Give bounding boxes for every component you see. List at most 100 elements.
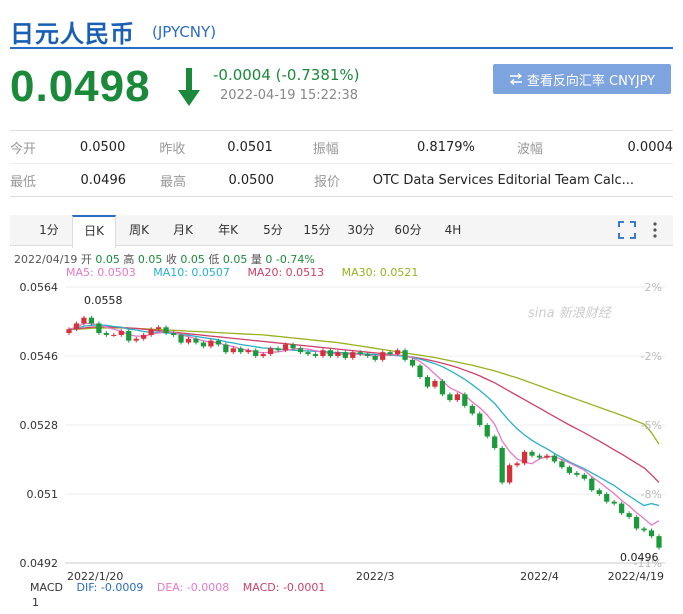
- candle-body: [230, 348, 236, 353]
- candle-body: [290, 344, 296, 349]
- x-tick-label: 2022/4/19: [608, 570, 664, 583]
- candle-body: [559, 461, 565, 468]
- candle-body: [626, 513, 632, 517]
- candle-body: [260, 354, 266, 356]
- price-change: -0.0004 (-0.7381%): [213, 66, 360, 84]
- low-marker-label: 0.0496: [620, 551, 659, 564]
- chart-grid: [65, 286, 665, 564]
- pct-tick-label: -2%: [641, 350, 662, 363]
- candle-body: [268, 348, 274, 355]
- candle-body: [185, 338, 192, 343]
- header: 日元人民币 (JPYCNY): [10, 8, 673, 48]
- candle-body: [432, 380, 438, 387]
- candle-body: [394, 350, 401, 355]
- candle-body: [507, 465, 513, 483]
- candle-body: [163, 327, 169, 333]
- stats-row: 今开 0.0500 昨收 0.0501 振幅 0.8179% 波幅 0.0004: [10, 131, 673, 163]
- candle-body: [305, 352, 311, 355]
- candle-body: [156, 327, 162, 330]
- candle-body: [492, 436, 498, 448]
- more-options-icon[interactable]: [652, 221, 658, 239]
- stat-label: 最低: [10, 174, 37, 190]
- tab-monthly-k[interactable]: 月K: [164, 215, 202, 245]
- tab-weekly-k[interactable]: 周K: [120, 215, 158, 245]
- watermark-text: sina 新浪财经: [528, 305, 613, 321]
- candle-body: [648, 530, 655, 537]
- candle-body: [551, 455, 558, 462]
- quote-timestamp: 2022-04-19 15:22:38: [220, 88, 359, 103]
- candle-body: [111, 334, 117, 336]
- tab-15min[interactable]: 15分: [298, 215, 336, 245]
- candle-body: [574, 472, 580, 475]
- ma30-line: [69, 327, 660, 445]
- ohlc-high-label: 高: [123, 253, 135, 266]
- candle-body: [282, 344, 289, 351]
- tab-60min[interactable]: 60分: [388, 215, 428, 245]
- ohlc-summary: 2022/04/19 开 0.05 高 0.05 收 0.05 低 0.05 量…: [14, 251, 315, 267]
- stat-label: 振幅: [312, 141, 339, 157]
- macd-dif: DIF: -0.0009: [76, 581, 144, 594]
- reverse-rate-label: 查看反向汇率 CNYJPY: [526, 73, 656, 89]
- ma10-label: MA10: 0.0507: [153, 266, 230, 279]
- candles: [66, 315, 662, 550]
- y-tick-label: 0.0546: [20, 350, 59, 363]
- page-title: 日元人民币: [10, 20, 135, 48]
- ohlc-open-label: 开: [80, 253, 92, 266]
- candle-body: [380, 352, 386, 360]
- tab-5min[interactable]: 5分: [254, 215, 292, 245]
- macd-scale: 1: [32, 596, 39, 609]
- candle-body: [454, 394, 460, 401]
- current-price: 0.0498: [10, 62, 151, 111]
- candle-body: [611, 501, 617, 504]
- stat-value: 0.8179%: [417, 139, 475, 155]
- tab-30min[interactable]: 30分: [342, 215, 380, 245]
- x-tick-label: 2022/4: [520, 570, 559, 583]
- candle-body: [424, 377, 431, 387]
- stats-table: 今开 0.0500 昨收 0.0501 振幅 0.8179% 波幅 0.0004…: [10, 130, 673, 197]
- x-tick-label: 2022/3: [356, 570, 395, 583]
- candle-body: [88, 317, 95, 324]
- candle-body: [566, 467, 572, 473]
- ma5-label: MA5: 0.0503: [66, 266, 136, 279]
- candle-body: [544, 455, 550, 458]
- macd-value: MACD: -0.0001: [242, 581, 326, 594]
- stats-row: 最低 0.0496 最高 0.0500 报价 OTC Data Services…: [10, 163, 673, 196]
- stat-value: 0.0004: [627, 139, 674, 155]
- stat-label: 波幅: [516, 141, 543, 157]
- candle-body: [581, 474, 587, 479]
- candle-body: [133, 338, 139, 341]
- tab-yearly-k[interactable]: 年K: [209, 215, 247, 245]
- candle-body: [253, 350, 259, 356]
- candle-body: [589, 478, 595, 491]
- candle-body: [619, 503, 625, 514]
- tab-daily-k[interactable]: 日K: [72, 215, 116, 248]
- candle-body: [656, 536, 662, 548]
- fullscreen-icon[interactable]: [618, 221, 636, 239]
- candle-body: [439, 380, 446, 395]
- candle-body: [372, 356, 378, 360]
- candle-body: [604, 494, 610, 502]
- pct-tick-label: -5%: [641, 419, 662, 432]
- candle-body: [103, 333, 109, 335]
- high-marker-label: 0.0558: [84, 294, 123, 307]
- candle-body: [297, 348, 304, 353]
- tab-1min[interactable]: 1分: [30, 215, 68, 245]
- candle-body: [73, 323, 80, 330]
- candlestick-chart[interactable]: 0.0564 2% 0.0546 -2% 0.0528 -5% 0.051 -8% 0.0492…: [0, 279, 683, 614]
- stat-value: 0.0500: [79, 139, 126, 155]
- reverse-rate-button[interactable]: 查看反向汇率 CNYJPY: [493, 64, 671, 94]
- candle-body: [447, 394, 453, 401]
- candle-body: [335, 352, 341, 356]
- candle-body: [462, 394, 468, 406]
- macd-dea: DEA: -0.0008: [156, 581, 230, 594]
- tab-4h[interactable]: 4H: [434, 215, 472, 245]
- candle-body: [536, 455, 543, 458]
- candle-body: [96, 323, 102, 333]
- candle-body: [365, 354, 371, 356]
- candle-body: [148, 329, 154, 335]
- swap-icon: [509, 73, 522, 85]
- ohlc-close: 0.05: [180, 253, 205, 266]
- candle-body: [238, 348, 244, 353]
- ma20-label: MA20: 0.0513: [247, 266, 325, 279]
- y-tick-label: 0.0564: [20, 281, 59, 294]
